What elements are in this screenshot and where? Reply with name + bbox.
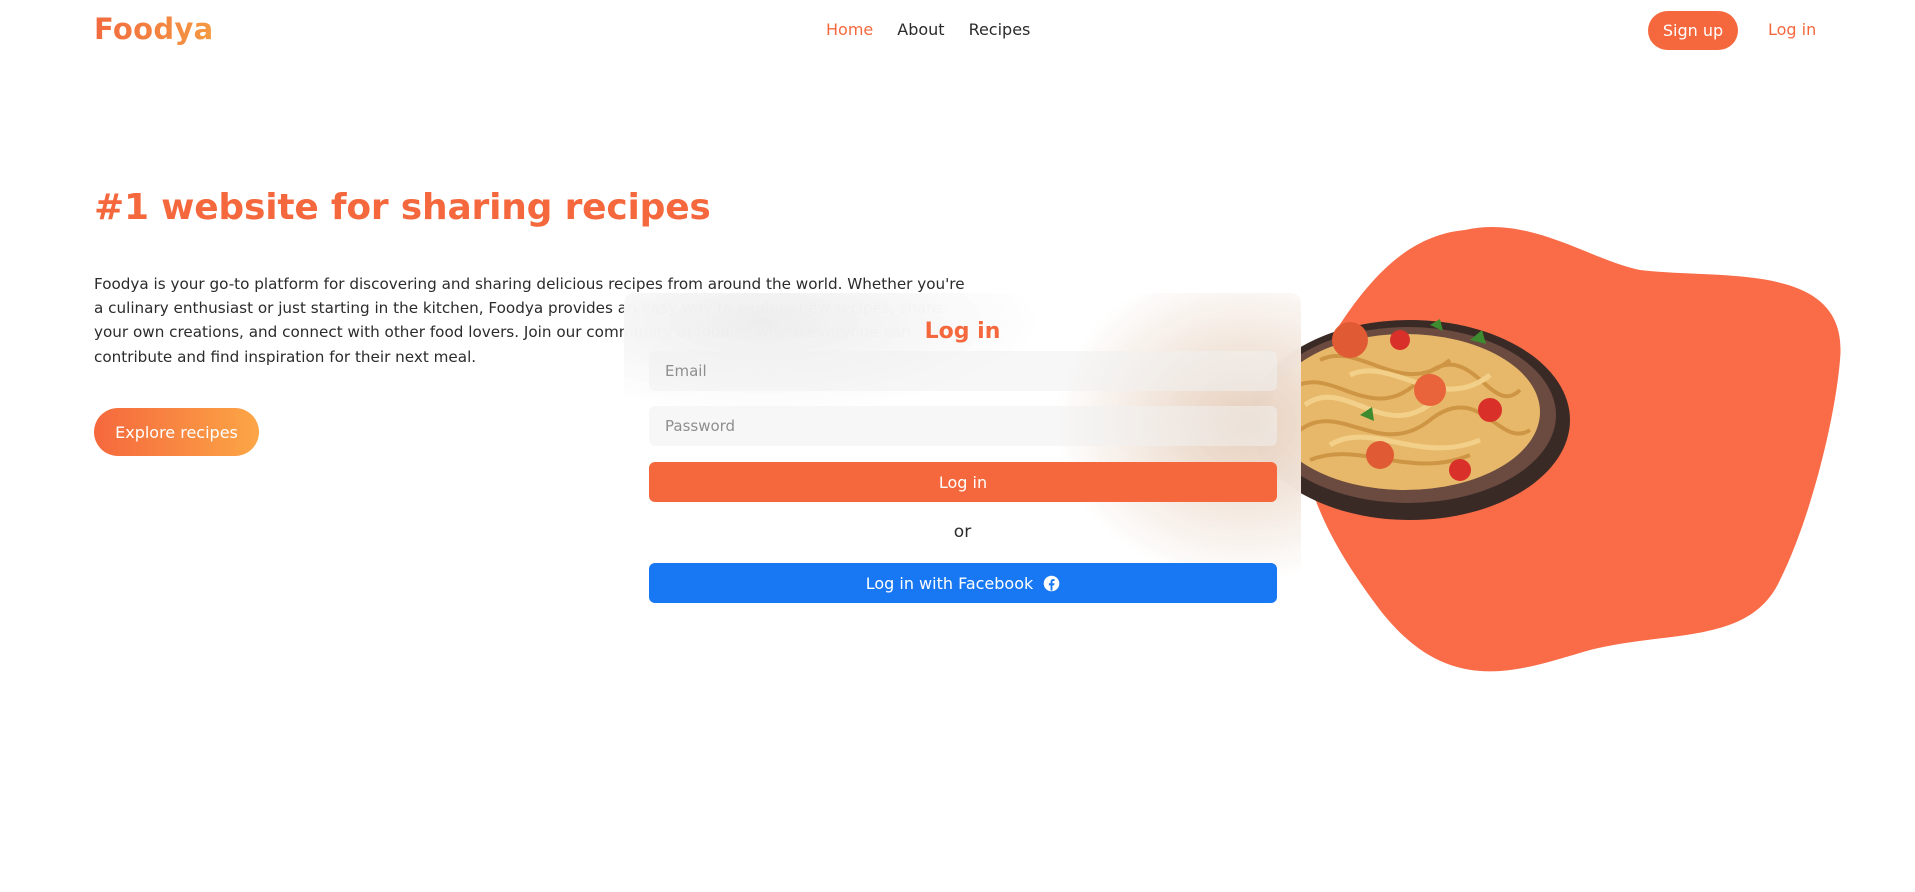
main-nav: Home About Recipes — [826, 20, 1030, 39]
nav-item-home[interactable]: Home — [826, 20, 873, 39]
header-login-link[interactable]: Log in — [1768, 20, 1816, 39]
login-modal: Log in Log in or Log in with Facebook — [624, 293, 1301, 610]
facebook-icon — [1043, 575, 1060, 591]
signup-button[interactable]: Sign up — [1648, 11, 1738, 50]
or-divider: or — [953, 522, 972, 542]
password-field[interactable] — [649, 406, 1277, 446]
login-submit-button[interactable]: Log in — [649, 462, 1277, 502]
facebook-login-label: Log in with Facebook — [865, 573, 1034, 593]
facebook-login-button[interactable]: Log in with Facebook — [649, 563, 1277, 603]
email-field[interactable] — [649, 351, 1277, 391]
hero-title: #1 website for sharing recipes — [94, 187, 711, 228]
explore-recipes-button[interactable]: Explore recipes — [94, 408, 259, 456]
page: Foodya Home About Recipes Sign up Log in… — [0, 0, 1915, 892]
nav-item-recipes[interactable]: Recipes — [969, 20, 1031, 39]
nav-item-about[interactable]: About — [897, 20, 944, 39]
logo[interactable]: Foodya — [94, 12, 214, 46]
login-modal-title: Log in — [924, 319, 1001, 344]
